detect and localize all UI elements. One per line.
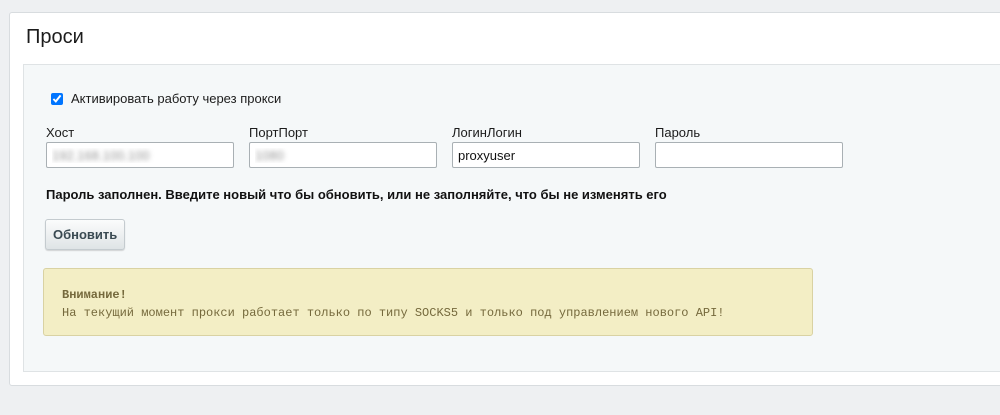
login-label: ЛогинЛогин [452, 125, 522, 140]
port-input[interactable] [249, 142, 437, 168]
proxy-toggle-label: Активировать работу через прокси [71, 91, 282, 106]
proxy-toggle[interactable]: Активировать работу через прокси [51, 91, 281, 106]
update-button[interactable]: Обновить [45, 219, 126, 250]
host-field-group: Хост [46, 125, 234, 168]
proxy-form: Активировать работу через прокси Хост По… [23, 64, 1000, 372]
host-label: Хост [46, 125, 75, 140]
login-input[interactable] [452, 142, 640, 168]
proxy-settings-panel: Проси Активировать работу через прокси Х… [9, 12, 1000, 386]
password-notice: Пароль заполнен. Введите новый что бы об… [46, 187, 667, 202]
password-field-group: Пароль [655, 125, 843, 168]
port-label: ПортПорт [249, 125, 308, 140]
port-field-group: ПортПорт [249, 125, 437, 168]
warning-text: На текущий момент прокси работает только… [62, 306, 725, 320]
warning-title: Внимание! [62, 288, 127, 302]
login-field-group: ЛогинЛогин [452, 125, 640, 168]
host-input[interactable] [46, 142, 234, 168]
warning-alert: Внимание! На текущий момент прокси работ… [43, 268, 813, 336]
password-input[interactable] [655, 142, 843, 168]
proxy-enable-checkbox[interactable] [51, 92, 63, 105]
panel-title: Проси [26, 26, 84, 48]
password-label: Пароль [655, 125, 701, 140]
